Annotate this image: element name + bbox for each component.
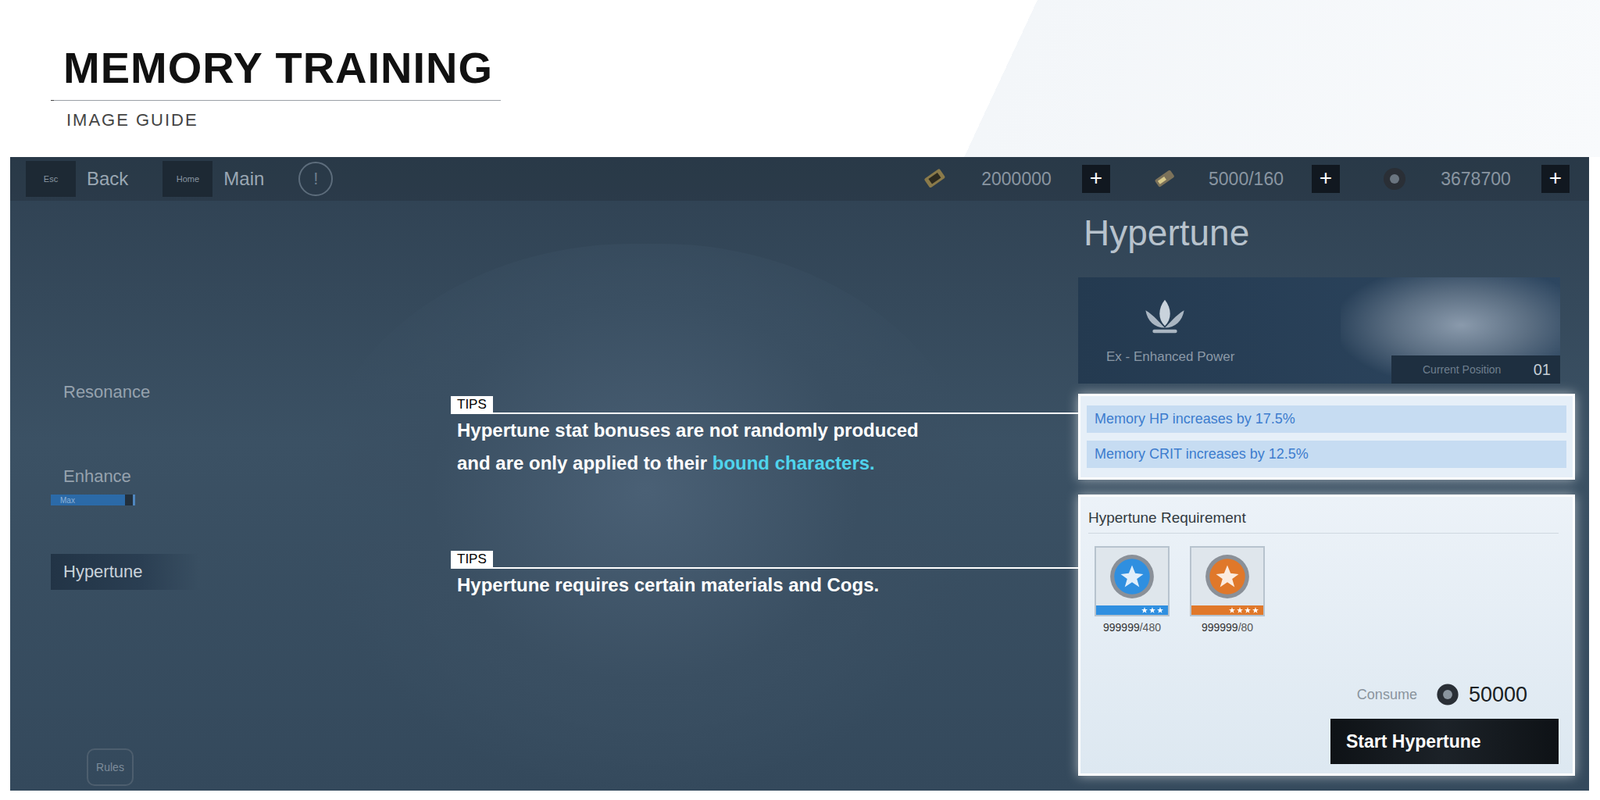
ticket-icon: [919, 163, 951, 195]
currency-amount: 3678700: [1428, 168, 1523, 190]
cog-icon: [1434, 681, 1461, 708]
tip-callout: TIPSHypertune requires certain materials…: [450, 550, 1079, 602]
stamina-icon: [1149, 163, 1181, 195]
top-bar: Esc Back Home Main! 2000000 +5000/160 +3678700…: [10, 157, 1590, 201]
consume-row: Consume 50000: [1088, 681, 1559, 708]
character-art: [310, 243, 983, 791]
material-item[interactable]: 999999/80: [1189, 546, 1265, 634]
star-icon: [1157, 607, 1164, 614]
material-coin-icon: [1203, 552, 1252, 601]
level-bar-fill: Max: [50, 494, 125, 506]
side-menu: Resonance EnhanceMax Hypertune Rules: [10, 200, 214, 791]
material-count: 999999/480: [1103, 621, 1161, 634]
nav-button[interactable]: Esc Back: [25, 160, 129, 197]
material-count: 999999/80: [1201, 621, 1254, 634]
currency-amount: 2000000: [969, 168, 1064, 190]
tip-label: TIPS: [450, 396, 493, 413]
rules-button[interactable]: Rules: [86, 748, 134, 786]
rarity-strip: [1096, 605, 1168, 615]
tip-leader-line: TIPS: [450, 396, 1079, 415]
memory-card: Ex - Enhanced Power Current Position 01: [1078, 277, 1561, 384]
tip-text: and are only applied to their bound char…: [450, 446, 1079, 480]
menu-item[interactable]: Hypertune: [50, 553, 200, 590]
consume-amount: 50000: [1468, 682, 1528, 708]
hypertune-panel: Hypertune Ex - Enhanced Power Current Posi…: [1078, 200, 1590, 791]
stat-bonuses: Memory HP increases by 17.5% Memory CRIT …: [1078, 393, 1575, 480]
game-screenshot: Esc Back Home Main! 2000000 +5000/160 +3678700…: [10, 157, 1590, 791]
star-icon: [1141, 607, 1148, 614]
menu-item[interactable]: Enhance: [50, 458, 214, 495]
title-divider: [50, 100, 501, 101]
panel-title: Hypertune: [1083, 210, 1575, 255]
menu-item[interactable]: Resonance: [50, 374, 214, 411]
rarity-strip: [1191, 605, 1264, 615]
material-box: [1094, 546, 1170, 617]
star-icon: [1252, 607, 1259, 614]
cog-icon: [1378, 163, 1411, 195]
guide-subtitle: IMAGE GUIDE: [66, 110, 1600, 131]
key-cap: Home: [162, 160, 213, 197]
currency-amount: 5000/160: [1199, 168, 1293, 190]
tip-text: Hypertune requires certain materials and…: [450, 568, 1079, 602]
tip-label: TIPS: [450, 550, 493, 568]
guide-header: MEMORY TRAINING IMAGE GUIDE: [0, 0, 1600, 158]
currency: 2000000 +: [919, 163, 1111, 195]
star-icon: [1228, 607, 1236, 614]
guide-page: MEMORY TRAINING IMAGE GUIDE Esc Back Home Mai…: [0, 0, 1600, 800]
currency: 5000/160 +: [1149, 163, 1340, 195]
tip-callout: TIPSHypertune stat bonuses are not rando…: [450, 396, 1079, 480]
requirement-title: Hypertune Requirement: [1088, 509, 1559, 534]
tip-text: Hypertune stat bonuses are not randomly …: [450, 414, 1079, 447]
position-label: Current Position: [1422, 363, 1501, 376]
info-button[interactable]: !: [298, 161, 333, 197]
nav-button[interactable]: Home Main: [162, 160, 265, 197]
start-hypertune-button[interactable]: Start Hypertune: [1330, 718, 1559, 765]
position-number: 01: [1533, 360, 1551, 379]
current-position: Current Position 01: [1391, 355, 1561, 384]
add-button[interactable]: +: [1082, 164, 1111, 193]
consume-label: Consume: [1357, 686, 1418, 704]
nav-button-label: Main: [223, 167, 265, 190]
material-item[interactable]: 999999/480: [1094, 546, 1170, 634]
stat-row: Memory HP increases by 17.5%: [1086, 405, 1567, 433]
add-button[interactable]: +: [1541, 164, 1570, 193]
level-bar: Max: [50, 494, 136, 506]
requirement-box: Hypertune Requirement 999999/480 999999/80…: [1078, 494, 1575, 776]
key-cap: Esc: [25, 160, 76, 197]
material-coin-icon: [1107, 552, 1157, 601]
character-area: [213, 200, 1079, 791]
guide-title: MEMORY TRAINING: [63, 45, 1600, 91]
material-box: [1189, 546, 1265, 617]
star-icon: [1244, 607, 1251, 614]
add-button[interactable]: +: [1311, 164, 1340, 193]
nav-button-label: Back: [86, 167, 129, 190]
star-icon: [1149, 607, 1156, 614]
memory-name: Ex - Enhanced Power: [1106, 349, 1235, 365]
tip-leader-line: TIPS: [450, 550, 1079, 569]
star-icon: [1236, 607, 1243, 614]
stat-row: Memory CRIT increases by 12.5%: [1086, 440, 1567, 468]
currency: 3678700 +: [1378, 163, 1570, 195]
level-bar-label: Max: [60, 496, 75, 505]
lotus-icon: [1137, 294, 1193, 339]
